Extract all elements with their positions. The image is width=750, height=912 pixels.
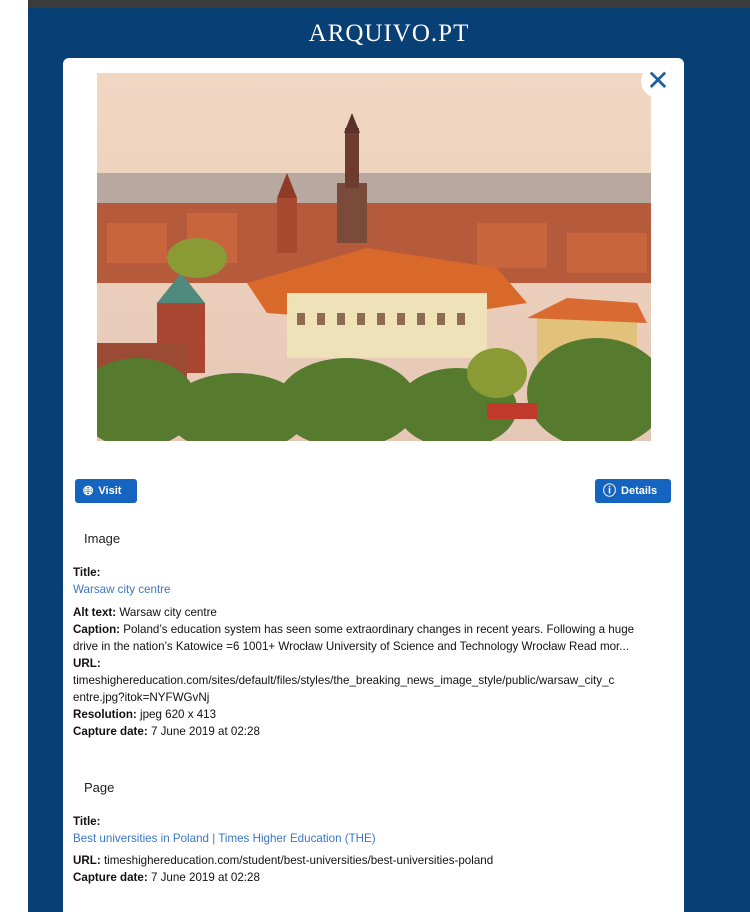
globe-icon: 🌐︎	[83, 483, 94, 498]
alt-label: Alt text:	[73, 606, 117, 619]
image-url-2: entre.jpg?itok=NYFWGvNj	[73, 691, 210, 704]
details-button[interactable]: ⓘ Details	[595, 479, 671, 503]
image-capture-value: 7 June 2019 at 02:28	[150, 725, 260, 738]
page-capture-value: 7 June 2019 at 02:28	[150, 871, 260, 884]
page-capture-label: Capture date:	[73, 871, 148, 884]
page-title-field: Title: Best universities in Poland | Tim…	[73, 813, 673, 847]
details-button-label: Details	[621, 485, 658, 497]
page-section-title: Page	[84, 780, 115, 795]
visit-button[interactable]: 🌐︎ Visit	[75, 479, 137, 503]
image-title-link[interactable]: Warsaw city centre	[73, 581, 673, 598]
page-title-label: Title:	[73, 815, 101, 828]
caption-value-1: Poland’s education system has seen some …	[123, 623, 635, 636]
close-icon[interactable]: ✕	[641, 64, 675, 98]
url-label: URL:	[73, 657, 101, 670]
page-url-label: URL:	[73, 854, 101, 867]
alt-value: Warsaw city centre	[119, 606, 217, 619]
image-section-title: Image	[84, 531, 121, 546]
page-url-value: timeshighereducation.com/student/best-un…	[103, 854, 494, 867]
image-title-field: Title: Warsaw city centre	[73, 564, 673, 598]
resolution-label: Resolution:	[73, 708, 137, 721]
caption-label: Caption:	[73, 623, 121, 636]
page-details-list: URL: timeshighereducation.com/student/be…	[73, 852, 673, 886]
caption-value-2: drive in the nation’s Katowice =6 1001+ …	[73, 640, 629, 653]
top-bar	[28, 0, 750, 8]
resolution-value: jpeg 620 x 413	[140, 708, 217, 721]
image-details-modal: ✕ 🌐︎ Visit ⓘ Details Image Title: Warsaw…	[63, 58, 684, 912]
image-capture-label: Capture date:	[73, 725, 148, 738]
image-details-list: Alt text: Warsaw city centre Caption: Po…	[73, 604, 673, 740]
visit-button-label: Visit	[98, 485, 122, 497]
image-title-label: Title:	[73, 566, 101, 579]
image-url-1: timeshighereducation.com/sites/default/f…	[73, 674, 615, 687]
brand-logo[interactable]: ARQUIVO.PT	[28, 20, 750, 48]
page-title-link[interactable]: Best universities in Poland | Times High…	[73, 830, 673, 847]
info-icon: ⓘ	[603, 483, 617, 498]
preview-image	[97, 73, 651, 441]
